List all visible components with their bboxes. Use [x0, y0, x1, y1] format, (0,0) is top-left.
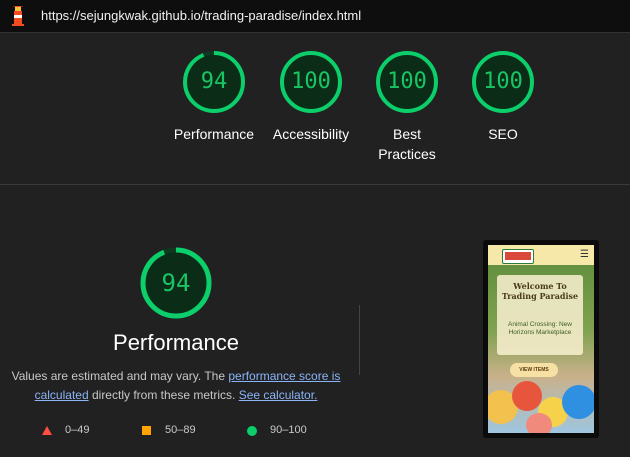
character-illustration — [526, 413, 552, 433]
accessibility-label[interactable]: Accessibility — [258, 124, 364, 144]
best-practices-score: 100 — [387, 69, 427, 94]
menu-icon: ☰ — [580, 249, 589, 260]
view-items-button: VIEW ITEMS — [510, 363, 558, 377]
desc-text-1: Values are estimated and may vary. The — [11, 369, 229, 383]
site-logo — [502, 249, 534, 264]
performance-title: Performance — [113, 330, 239, 355]
hero-title: Welcome To Trading Paradise — [501, 281, 579, 301]
legend-average-label: 50–89 — [165, 424, 196, 436]
desc-text-2: directly from these metrics. — [88, 388, 239, 402]
orange-square-icon — [142, 426, 151, 435]
performance-main-gauge: 94 — [139, 246, 213, 320]
best-practices-gauge[interactable]: 100 — [374, 49, 440, 115]
character-illustration — [512, 381, 542, 411]
accessibility-score: 100 — [291, 69, 331, 94]
section-divider — [0, 184, 630, 185]
performance-label[interactable]: Performance — [164, 124, 264, 144]
character-illustration — [562, 385, 594, 419]
performance-main-score: 94 — [161, 269, 191, 297]
url-bar: https://sejungkwak.github.io/trading-par… — [0, 0, 630, 33]
red-triangle-icon — [42, 426, 52, 435]
performance-description: Values are estimated and may vary. The p… — [8, 367, 344, 405]
green-circle-icon — [247, 426, 257, 436]
screenshot-screen: ☰ Welcome To Trading Paradise Animal Cro… — [488, 245, 594, 433]
see-calculator-link[interactable]: See calculator. — [239, 388, 318, 402]
legend-fail-label: 0–49 — [65, 424, 90, 436]
lighthouse-icon — [12, 6, 24, 26]
best-practices-label[interactable]: Best Practices — [357, 124, 457, 164]
final-screenshot[interactable]: ☰ Welcome To Trading Paradise Animal Cro… — [483, 240, 599, 438]
site-header: ☰ — [488, 245, 594, 265]
seo-gauge[interactable]: 100 — [470, 49, 536, 115]
vertical-divider — [359, 305, 360, 375]
seo-score: 100 — [483, 69, 523, 94]
seo-label[interactable]: SEO — [453, 124, 553, 144]
performance-score: 94 — [200, 69, 228, 94]
hero-card: Welcome To Trading Paradise Animal Cross… — [497, 275, 583, 355]
best-practices-label-line2: Practices — [378, 146, 436, 162]
best-practices-label-line1: Best — [392, 126, 421, 142]
performance-gauge[interactable]: 94 — [181, 49, 247, 115]
hero-subtitle: Animal Crossing: New Horizons Marketplac… — [508, 321, 572, 336]
legend-pass-label: 90–100 — [270, 424, 307, 436]
accessibility-gauge[interactable]: 100 — [278, 49, 344, 115]
report-url[interactable]: https://sejungkwak.github.io/trading-par… — [41, 8, 361, 23]
